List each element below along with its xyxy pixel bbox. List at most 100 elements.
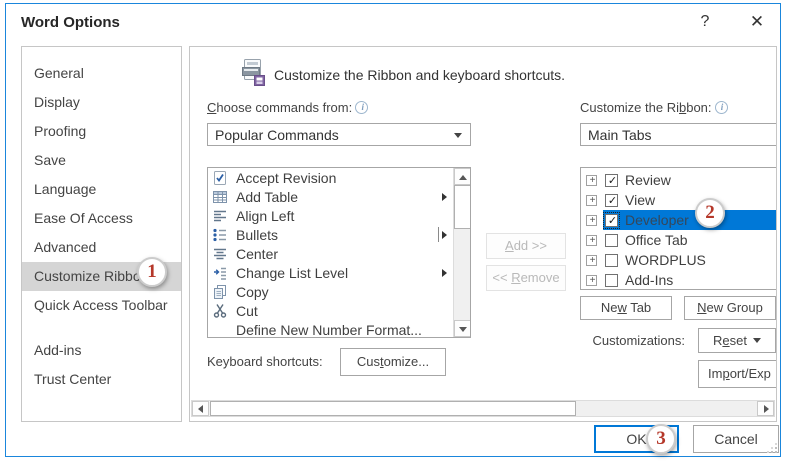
command-label: Define New Number Format... — [236, 322, 422, 338]
split-divider — [438, 227, 439, 242]
tab-checkbox[interactable] — [605, 174, 618, 187]
sidebar-item-proofing[interactable]: Proofing — [22, 117, 181, 146]
callout-badge-2: 2 — [695, 198, 725, 228]
close-button[interactable]: ✕ — [742, 8, 772, 36]
panel-header-text: Customize the Ribbon and keyboard shortc… — [274, 67, 565, 83]
copy-icon — [212, 284, 228, 300]
horizontal-scrollbar[interactable] — [191, 400, 775, 417]
customize-keyboard-button[interactable]: Customize... — [340, 348, 446, 376]
align-left-icon — [212, 208, 228, 224]
window-title: Word Options — [21, 14, 120, 31]
new-tab-button[interactable]: New Tab — [580, 296, 672, 320]
sidebar-item-trust-center[interactable]: Trust Center — [22, 365, 181, 394]
horizontal-scroll-thumb[interactable] — [210, 401, 576, 416]
cut-icon — [212, 303, 228, 319]
tab-checkbox[interactable] — [605, 274, 618, 287]
tab-row-body[interactable]: Review — [603, 170, 776, 190]
command-label: Copy — [236, 284, 269, 300]
commands-list: Accept Revision Add Table Align Left Bullet… — [207, 167, 471, 338]
tree-row-office-tab[interactable]: Office Tab — [581, 230, 776, 250]
command-label: Cut — [236, 303, 258, 319]
resize-grip[interactable] — [766, 442, 777, 453]
scroll-thumb[interactable] — [454, 185, 471, 229]
command-label: Add Table — [236, 189, 298, 205]
command-row[interactable]: Bullets — [208, 225, 470, 244]
accept-revision-icon — [212, 170, 228, 186]
submenu-arrow-icon — [442, 269, 447, 277]
main-panel: Customize the Ribbon and keyboard shortc… — [189, 46, 777, 422]
tab-label: Developer — [625, 212, 689, 228]
expand-plus-icon[interactable] — [586, 215, 597, 226]
command-row[interactable]: Copy — [208, 282, 470, 301]
scroll-left-button[interactable] — [192, 401, 209, 416]
tree-row-add-ins[interactable]: Add-Ins — [581, 270, 776, 290]
sidebar-item-general[interactable]: General — [22, 59, 181, 88]
sidebar-item-save[interactable]: Save — [22, 146, 181, 175]
sidebar-item-add-ins[interactable]: Add-ins — [22, 336, 181, 365]
submenu-arrow-icon — [442, 193, 447, 201]
tab-row-body[interactable]: Add-Ins — [603, 270, 776, 290]
choose-commands-dropdown[interactable]: Popular Commands — [207, 123, 471, 146]
expand-plus-icon[interactable] — [586, 235, 597, 246]
sidebar-nav: GeneralDisplayProofingSaveLanguageEase O… — [21, 46, 182, 422]
expand-plus-icon[interactable] — [586, 255, 597, 266]
tree-row-view[interactable]: View — [581, 190, 776, 210]
word-options-dialog: Word Options ? ✕ GeneralDisplayProofingS… — [5, 3, 781, 457]
sidebar-item-ease-of-access[interactable]: Ease Of Access — [22, 204, 181, 233]
tab-row-body[interactable]: Office Tab — [603, 230, 776, 250]
remove-button[interactable]: << Remove — [486, 265, 566, 291]
tab-label: Office Tab — [625, 232, 688, 248]
command-label: Align Left — [236, 208, 294, 224]
tab-checkbox[interactable] — [605, 254, 618, 267]
reset-button[interactable]: Reset — [698, 328, 776, 353]
command-label: Accept Revision — [236, 170, 336, 186]
help-button[interactable]: ? — [690, 8, 720, 36]
scroll-right-button[interactable] — [757, 401, 774, 416]
add-table-icon — [212, 189, 228, 205]
reset-caret-icon — [753, 338, 761, 343]
tree-row-wordplus[interactable]: WORDPLUS — [581, 250, 776, 270]
tab-row-body[interactable]: Developer — [603, 210, 776, 230]
expand-plus-icon[interactable] — [586, 275, 597, 286]
no-icon — [212, 322, 228, 338]
command-row[interactable]: Define New Number Format... — [208, 320, 470, 338]
tab-row-body[interactable]: View — [603, 190, 776, 210]
tree-row-review[interactable]: Review — [581, 170, 776, 190]
customize-ribbon-dropdown[interactable]: Main Tabs — [580, 123, 777, 146]
info-icon — [355, 101, 368, 114]
tree-row-developer[interactable]: Developer — [581, 210, 776, 230]
command-row[interactable]: Center — [208, 244, 470, 263]
customizations-label: Customizations: — [570, 330, 685, 352]
center-icon — [212, 246, 228, 262]
commands-scrollbar[interactable] — [453, 168, 470, 337]
add-button[interactable]: Add >> — [486, 233, 566, 259]
tab-checkbox[interactable] — [605, 234, 618, 247]
new-group-button[interactable]: New Group — [684, 296, 776, 320]
sidebar-item-display[interactable]: Display — [22, 88, 181, 117]
command-row[interactable]: Add Table — [208, 187, 470, 206]
tab-checkbox[interactable] — [605, 194, 618, 207]
command-row[interactable]: Align Left — [208, 206, 470, 225]
tab-label: Add-Ins — [625, 272, 673, 288]
command-row[interactable]: Change List Level — [208, 263, 470, 282]
sidebar-item-quick-access-toolbar[interactable]: Quick Access Toolbar — [22, 291, 181, 320]
tab-checkbox[interactable] — [605, 214, 618, 227]
customize-ribbon-label: Customize the Ribbon: — [580, 100, 728, 115]
command-label: Center — [236, 246, 278, 262]
command-row[interactable]: Accept Revision — [208, 168, 470, 187]
scroll-down-button[interactable] — [454, 320, 471, 337]
command-label: Bullets — [236, 227, 278, 243]
callout-badge-1: 1 — [137, 257, 167, 287]
bullets-icon — [212, 227, 228, 243]
choose-commands-label: Choose commands from: — [207, 100, 368, 115]
expand-plus-icon[interactable] — [586, 195, 597, 206]
main-tabs-tree: Review View Developer Office Tab WORDPLUS Add… — [580, 167, 777, 290]
import-export-button[interactable]: Import/Exp — [698, 360, 777, 388]
command-row[interactable]: Cut — [208, 301, 470, 320]
command-label: Change List Level — [236, 265, 348, 281]
tab-row-body[interactable]: WORDPLUS — [603, 250, 776, 270]
sidebar-item-language[interactable]: Language — [22, 175, 181, 204]
expand-plus-icon[interactable] — [586, 175, 597, 186]
tab-label: Review — [625, 172, 671, 188]
scroll-up-button[interactable] — [454, 168, 471, 185]
